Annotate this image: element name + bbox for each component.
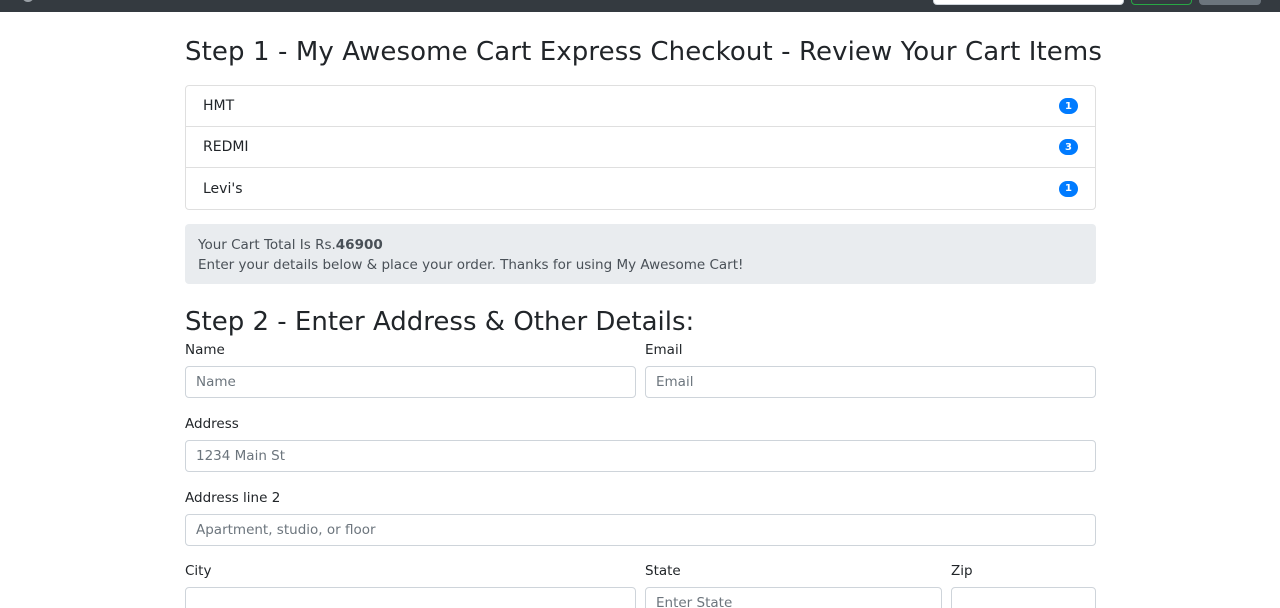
step2-title: Step 2 - Enter Address & Other Details:	[185, 307, 695, 337]
cart-summary-message: Enter your details below & place your or…	[198, 257, 744, 273]
cart-item-name: HMT	[203, 98, 235, 114]
state-input[interactable]	[645, 587, 942, 608]
address2-group: Address line 2	[185, 488, 1096, 546]
state-group: State	[645, 561, 942, 608]
state-label: State	[645, 563, 681, 579]
step1-title: Step 1 - My Awesome Cart Express Checkou…	[185, 37, 1102, 67]
city-group: City	[185, 561, 636, 608]
cart-item-qty-badge: 1	[1059, 98, 1078, 114]
city-state-zip-row: City State Zip	[185, 561, 1096, 608]
cart-summary-alert: Your Cart Total Is Rs.46900 Enter your d…	[185, 224, 1096, 284]
cart-item: REDMI 3	[186, 127, 1095, 168]
address-row: Address	[185, 414, 1096, 472]
zip-input[interactable]	[951, 587, 1096, 608]
email-input[interactable]	[645, 366, 1096, 398]
email-group: Email	[645, 340, 1096, 398]
cart-item: HMT 1	[186, 86, 1095, 127]
address-label: Address	[185, 416, 239, 432]
cart-total-line: Your Cart Total Is Rs.46900	[198, 235, 1083, 255]
nav-search-input[interactable]	[933, 0, 1124, 5]
checkout-container: Step 1 - My Awesome Cart Express Checkou…	[185, 12, 1102, 608]
cart-item: Levi's 1	[186, 168, 1095, 209]
cart-total-value: 46900	[335, 237, 383, 253]
name-label: Name	[185, 342, 225, 358]
cart-item-name: Levi's	[203, 180, 243, 197]
navbar	[0, 0, 1280, 12]
brand-icon[interactable]	[22, 0, 34, 2]
address-input[interactable]	[185, 440, 1096, 472]
city-input[interactable]	[185, 587, 636, 608]
nav-search-button[interactable]	[1131, 0, 1192, 5]
cart-items-list: HMT 1 REDMI 3 Levi's 1	[185, 85, 1096, 210]
address2-row: Address line 2	[185, 488, 1096, 546]
address2-label: Address line 2	[185, 490, 281, 506]
zip-group: Zip	[951, 561, 1096, 608]
cart-total-prefix: Your Cart Total Is Rs.	[198, 237, 336, 253]
email-label: Email	[645, 342, 683, 358]
name-email-row: Name Email	[185, 340, 1096, 398]
cart-item-qty-badge: 1	[1059, 180, 1078, 197]
name-input[interactable]	[185, 366, 636, 398]
nav-cart-button[interactable]	[1199, 0, 1261, 5]
address-group: Address	[185, 414, 1096, 472]
zip-label: Zip	[951, 563, 973, 579]
cart-item-name: REDMI	[203, 139, 249, 155]
cart-item-qty-badge: 3	[1059, 139, 1078, 155]
address2-input[interactable]	[185, 514, 1096, 546]
name-group: Name	[185, 340, 636, 398]
city-label: City	[185, 563, 212, 579]
